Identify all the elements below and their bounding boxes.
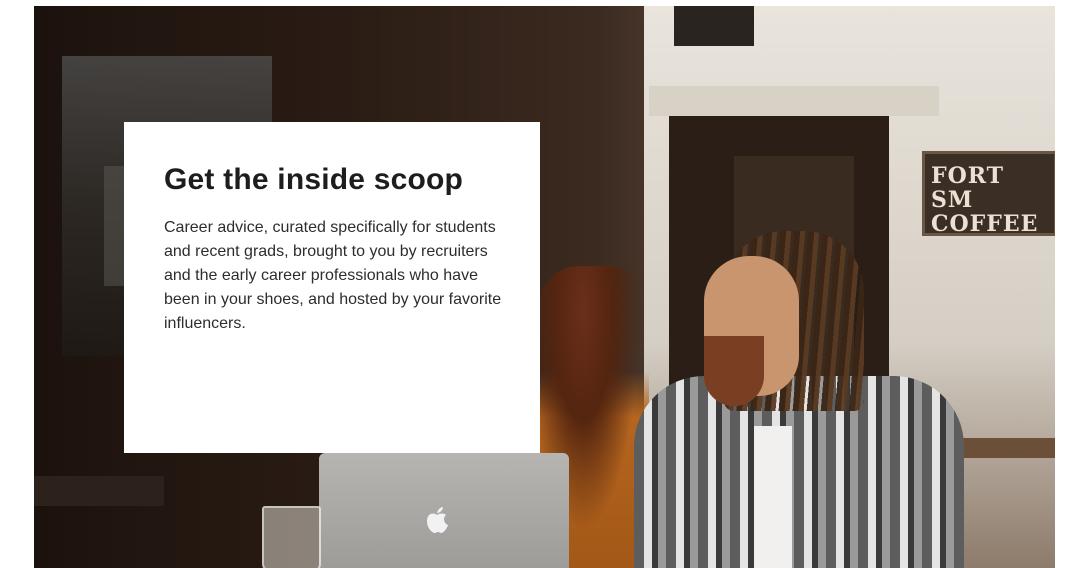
card-title: Get the inside scoop — [164, 163, 464, 196]
ceiling-light — [674, 6, 754, 46]
coffee-shop-sign: FORT SM COFFEE — [922, 151, 1055, 236]
person-man-undershirt — [754, 426, 792, 568]
drink-cup — [262, 506, 321, 568]
card-description: Career advice, curated specifically for … — [164, 219, 502, 332]
apple-logo-icon — [427, 507, 448, 533]
foreground-table — [34, 476, 164, 506]
hero-section: FORT SM COFFEE Get the inside scoop Care… — [34, 6, 1055, 568]
intro-card: Get the inside scoop Career advice, cura… — [124, 122, 540, 453]
background-beam — [649, 86, 939, 116]
person-man-beard — [704, 336, 764, 406]
